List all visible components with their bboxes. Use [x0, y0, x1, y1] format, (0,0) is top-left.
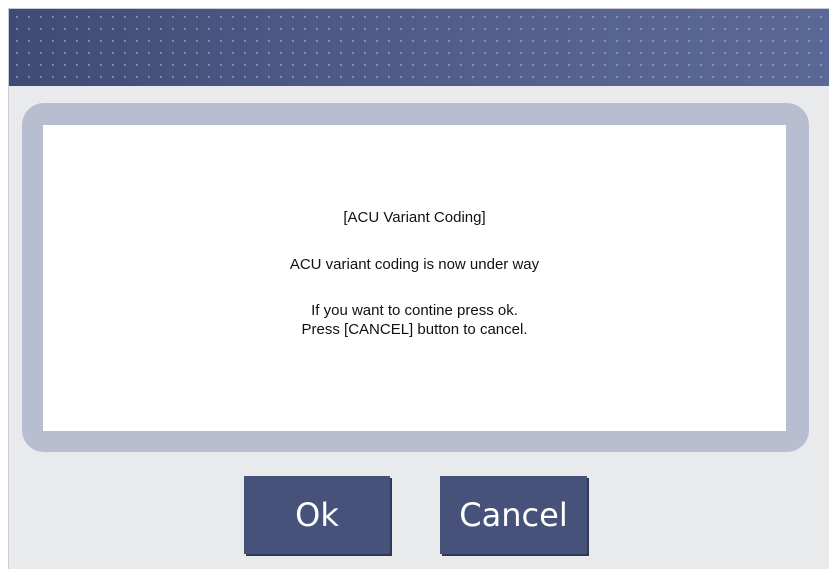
message-instruction-line1: If you want to contine press ok. [311, 302, 518, 319]
message-status: ACU variant coding is now under way [289, 256, 540, 273]
dialog-titlebar [9, 9, 829, 86]
message-instruction-line2: Press [CANCEL] button to cancel. [301, 321, 528, 338]
cancel-button[interactable]: Cancel [440, 476, 587, 554]
message-heading: [ACU Variant Coding] [343, 209, 486, 226]
ok-button[interactable]: Ok [244, 476, 390, 554]
message-box: [ACU Variant Coding] ACU variant coding … [43, 125, 786, 431]
message-frame: [ACU Variant Coding] ACU variant coding … [22, 103, 809, 452]
dialog-window: [ACU Variant Coding] ACU variant coding … [8, 8, 829, 569]
